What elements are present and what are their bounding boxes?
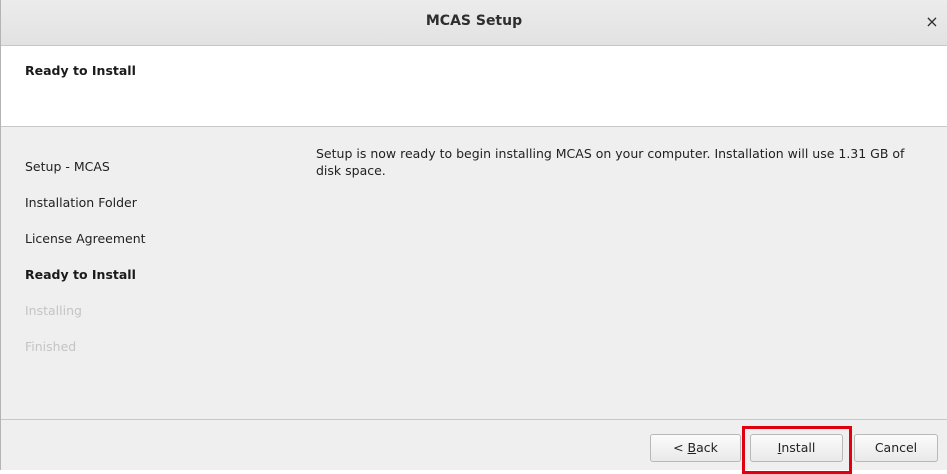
window-title: MCAS Setup — [425, 13, 523, 29]
back-button[interactable]: < Back — [650, 434, 741, 462]
back-mnemonic: B — [687, 440, 697, 455]
close-icon[interactable]: × — [923, 13, 941, 31]
cancel-button[interactable]: Cancel — [854, 434, 938, 462]
back-prefix: < — [673, 440, 688, 455]
title-bar: MCAS Setup × — [1, 0, 947, 46]
setup-window: MCAS Setup × Ready to Install Setup - MC… — [0, 0, 947, 474]
footer-divider — [1, 419, 947, 420]
install-button[interactable]: Install — [750, 434, 843, 462]
header-panel: Ready to Install — [1, 46, 947, 127]
step-ready-to-install: Ready to Install — [25, 267, 136, 282]
install-label-rest: nstall — [781, 440, 816, 455]
page-title: Ready to Install — [25, 63, 136, 78]
ready-message: Setup is now ready to begin installing M… — [316, 146, 905, 178]
step-installation-folder: Installation Folder — [25, 195, 137, 210]
step-finished: Finished — [25, 339, 77, 354]
step-list: Setup - MCAS Installation Folder License… — [25, 160, 146, 376]
back-label-rest: ack — [696, 440, 718, 455]
step-installing: Installing — [25, 303, 82, 318]
step-setup: Setup - MCAS — [25, 159, 110, 174]
step-license-agreement: License Agreement — [25, 231, 146, 246]
